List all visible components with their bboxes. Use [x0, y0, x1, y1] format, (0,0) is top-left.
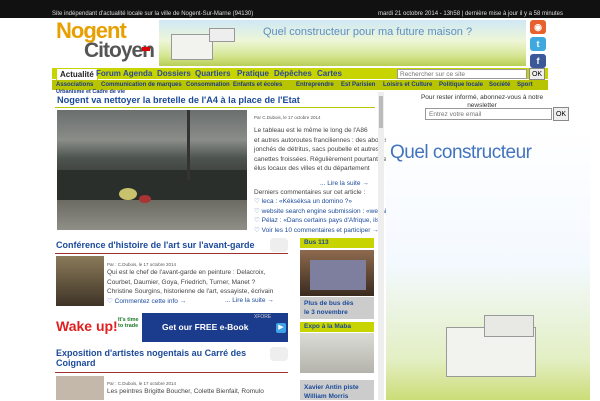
article1-meta: Par C.Dubois, le 17 octobre 2014: [254, 115, 321, 120]
comments-list: ♡ leca : «Kékséksa un domino ?» ♡ websit…: [254, 197, 392, 235]
all-comments-link[interactable]: ♡ Voir les 10 commentaires et participer…: [254, 226, 392, 236]
article2-title[interactable]: Conférence d'histoire de l'art sur l'ava…: [56, 240, 254, 250]
social-links: ◉ t f: [528, 20, 548, 71]
house-illustration: [171, 34, 213, 60]
twitter-icon[interactable]: t: [530, 37, 546, 51]
speech-bubble-icon: ♡: [254, 226, 262, 234]
house-illustration-2: [209, 28, 235, 42]
site-tagline: Site indépendant d'actualité locale sur …: [52, 11, 254, 17]
logo-citoyen: Citoyen: [84, 39, 155, 62]
subnav-item-est-parisien[interactable]: Est Parisien: [341, 80, 375, 90]
scrollbar-thumb[interactable]: [379, 96, 383, 128]
banner-text: Quel constructeur pour ma future maison …: [263, 26, 473, 38]
expo-caption[interactable]: Xavier Antin piste William Morris: [300, 380, 374, 400]
speech-bubble-icon: ♡: [254, 198, 262, 205]
side-ad-text: Quel constructeur: [390, 142, 532, 163]
nav-item-agenda[interactable]: Agenda: [123, 68, 152, 79]
arrow-icon: ▶: [276, 323, 286, 333]
date-update: mardi 21 octobre 2014 - 13h58 | dernière…: [378, 11, 563, 17]
subnav-item-entreprendre[interactable]: Entreprendre: [296, 80, 334, 90]
subnav-item-sport[interactable]: Sport: [517, 80, 533, 90]
article2-read-more[interactable]: ... Lire la suite →: [225, 297, 274, 304]
ad-time: It's time to trade: [118, 317, 139, 329]
speech-bubble-icon: ♡: [254, 217, 262, 224]
facebook-icon[interactable]: f: [530, 54, 546, 68]
article1-image[interactable]: [57, 110, 247, 230]
wake-up-ad[interactable]: Wake up! It's time to trade Get our FREE…: [54, 313, 288, 342]
article1-body: Le tableau est le même le long de l'A86 e…: [254, 127, 390, 173]
subnav-item-societe[interactable]: Société: [489, 80, 510, 90]
divider: [55, 372, 288, 373]
speech-bubble-icon: ♡: [254, 207, 262, 215]
category-nav: Associations Communication de marques Co…: [52, 80, 548, 90]
newsletter-submit-button[interactable]: OK: [553, 107, 569, 121]
bus-title[interactable]: Bus 113: [300, 238, 374, 248]
logo-bar: [142, 47, 150, 51]
email-field[interactable]: [425, 108, 552, 120]
bus-caption[interactable]: Plus de bus dès le 3 novembre: [300, 297, 374, 319]
subnav-item-loisirs[interactable]: Loisirs et Culture: [383, 80, 432, 90]
site-logo[interactable]: Nogent Citoyen: [52, 18, 156, 66]
subnav-item-enfants[interactable]: Enfants et écoles: [233, 80, 282, 90]
top-banner-ad[interactable]: Quel constructeur pour ma future maison …: [159, 20, 526, 66]
side-banner-ad[interactable]: Quel constructeur: [386, 127, 590, 400]
comment-link[interactable]: ♡ website search engine submission : «we…: [254, 207, 392, 217]
subnav-item-consommation[interactable]: Consommation: [186, 80, 230, 90]
comment-count-icon[interactable]: [270, 347, 288, 361]
top-bar: Site indépendant d'actualité locale sur …: [0, 0, 600, 18]
subnav-item-politique[interactable]: Politique locale: [439, 80, 483, 90]
bus-image[interactable]: [300, 250, 374, 296]
nav-item-dossiers[interactable]: Dossiers: [157, 68, 191, 79]
article1-read-more[interactable]: ... Lire la suite →: [320, 180, 369, 187]
article2-meta: Par : C.Dubois, le 17 octobre 2014: [107, 262, 177, 267]
article3-meta: Par : C.Dubois, le 17 octobre 2014: [107, 381, 177, 386]
article3-image[interactable]: [56, 376, 104, 400]
comment-count-icon[interactable]: [270, 238, 288, 252]
nav-item-pratique[interactable]: Pratique: [237, 68, 269, 79]
comment-link[interactable]: ♡ leca : «Kékséksa un domino ?»: [254, 197, 392, 207]
rss-icon[interactable]: ◉: [530, 20, 546, 34]
article1-title[interactable]: Nogent va nettoyer la bretelle de l'A4 à…: [57, 95, 300, 105]
expo-image[interactable]: [300, 333, 374, 373]
divider: [55, 107, 375, 108]
nav-item-actualite[interactable]: Actualité: [56, 68, 98, 80]
article2-image[interactable]: [56, 256, 104, 306]
search-input[interactable]: [397, 69, 527, 79]
article2-body: Qui est le chef de l'avant-garde en pein…: [107, 269, 274, 296]
nav-item-cartes[interactable]: Cartes: [317, 68, 342, 79]
nav-item-depeches[interactable]: Dépêches: [274, 68, 312, 79]
ad-brand: XFORE: [254, 314, 272, 320]
scrollbar[interactable]: [378, 92, 384, 400]
nav-item-forum[interactable]: Forum: [96, 68, 121, 79]
article3-body: Les peintres Brigitte Boucher, Colette B…: [107, 388, 264, 395]
expo-title[interactable]: Expo à la Maba: [300, 322, 374, 332]
article2-comment-link[interactable]: ♡ Commentez cette info →: [107, 297, 186, 305]
search-button[interactable]: OK: [529, 68, 545, 80]
speech-bubble-icon: ♡: [107, 298, 115, 305]
ad-wake: Wake up!: [56, 318, 118, 334]
comment-link[interactable]: ♡ Pélaz : «Dans certains pays d'Afrique,…: [254, 216, 392, 226]
nav-item-quartiers[interactable]: Quartiers: [195, 68, 231, 79]
house-illustration-2: [484, 315, 534, 337]
article3-title[interactable]: Exposition d'artistes nogentais au Carré…: [56, 348, 246, 368]
divider: [55, 253, 288, 254]
ad-cta: Get our FREE e-Book: [162, 322, 249, 332]
